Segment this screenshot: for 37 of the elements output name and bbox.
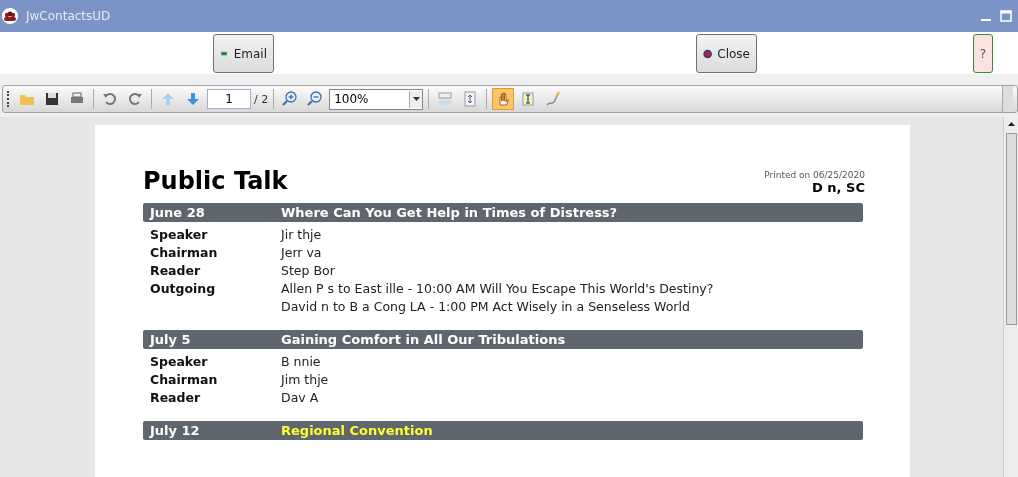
- section-title: Gaining Comfort in All Our Tribulations: [281, 332, 566, 347]
- page-total: / 2: [254, 92, 269, 106]
- window-title: JwContactsUD: [26, 9, 111, 23]
- document-title: Public Talk: [143, 167, 288, 195]
- assignment-text: Jim thje: [281, 371, 329, 389]
- email-button[interactable]: Email: [213, 34, 274, 73]
- close-button[interactable]: Close: [696, 34, 757, 73]
- section-date: July 12: [148, 423, 201, 438]
- assignment-text: Dav A: [281, 389, 319, 407]
- email-icon: [220, 47, 229, 60]
- people-icon: [2, 8, 18, 24]
- maximize-icon[interactable]: [1000, 10, 1012, 22]
- section-title: Regional Convention: [281, 423, 433, 438]
- scroll-up-icon[interactable]: [1007, 122, 1015, 126]
- vertical-scrollbar[interactable]: [1003, 117, 1018, 477]
- location-text: D n, SC: [811, 180, 865, 195]
- assignment-text: Jir thje: [281, 226, 322, 244]
- role-label: Speaker: [149, 353, 209, 371]
- role-label: Outgoing: [149, 280, 217, 298]
- role-label: Chairman: [149, 371, 219, 389]
- page-number-field[interactable]: 1: [207, 89, 251, 109]
- assignment-text: B nnie: [281, 353, 321, 371]
- section-title: Where Can You Get Help in Times of Distress?: [281, 205, 618, 220]
- role-label: Chairman: [149, 244, 219, 262]
- dropdown-arrow-icon[interactable]: [412, 97, 420, 101]
- role-label: Speaker: [149, 226, 209, 244]
- printed-date: Printed on 06/25/2020: [764, 170, 865, 180]
- section-date: July 5: [148, 332, 192, 347]
- help-button[interactable]: ?: [973, 34, 993, 73]
- assignment-text: Step Bor: [281, 262, 335, 280]
- role-label: Reader: [149, 262, 202, 280]
- assignment-text: Jerr va: [281, 244, 322, 262]
- section-date: June 28: [148, 205, 206, 220]
- assignment-text: Allen P s to East ille - 10:00 AM Will You Escape This World's Destiny?: [281, 280, 714, 298]
- zoom-dropdown[interactable]: 100%: [329, 88, 424, 110]
- role-label: Reader: [149, 389, 202, 407]
- assignment-text: David n to B a Cong LA - 1:00 PM Act Wisely in a Senseless World: [281, 298, 691, 316]
